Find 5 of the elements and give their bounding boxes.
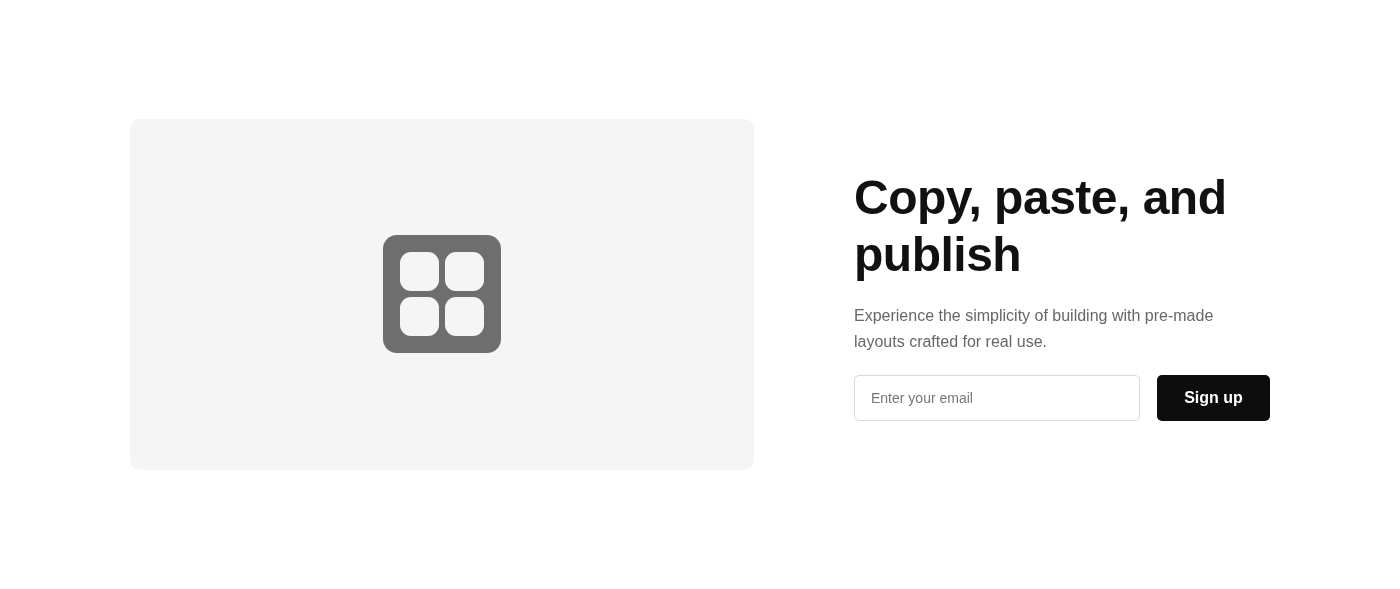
hero-heading: Copy, paste, and publish [854,170,1228,283]
sign-up-button[interactable]: Sign up [1157,375,1270,421]
email-field[interactable]: Enter your email [854,375,1140,421]
hero-description: Experience the simplicity of building with pre-made layouts crafted for real use. [854,306,1215,352]
grid-icon [383,235,501,353]
